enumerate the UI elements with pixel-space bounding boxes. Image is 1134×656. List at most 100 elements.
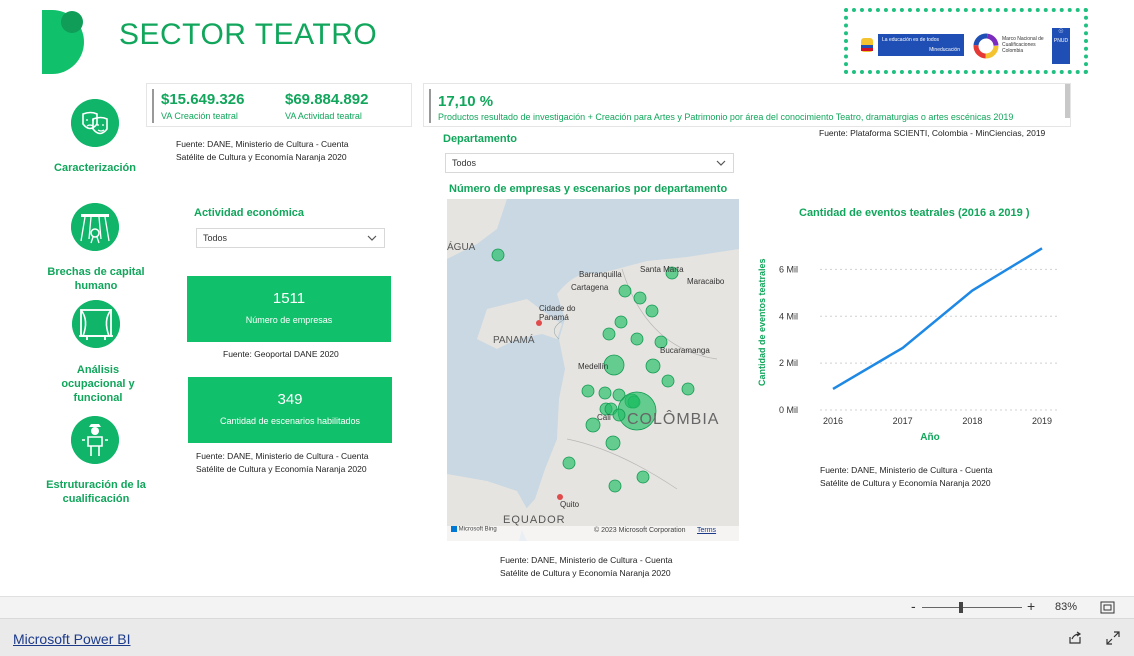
power-bi-link[interactable]: Microsoft Power BI bbox=[13, 631, 130, 647]
y-tick-label: 6 Mil bbox=[779, 264, 798, 274]
department-bubble[interactable] bbox=[645, 358, 661, 374]
map-label-santa-marta: Santa Marta bbox=[640, 265, 684, 274]
map-attribution: © 2023 Microsoft Corporation bbox=[594, 527, 686, 534]
nav-label: Análisis ocupacional y funcional bbox=[61, 364, 135, 404]
nav-label: Brechas de capital humano bbox=[47, 266, 145, 292]
actividad-slicer-title: Actividad económica bbox=[194, 207, 305, 219]
zoom-in-button[interactable]: + bbox=[1027, 598, 1035, 614]
bing-text: Microsoft Bing bbox=[458, 526, 497, 533]
department-bubble[interactable] bbox=[612, 408, 626, 422]
escenarios-card: 349 Cantidad de escenarios habilitados bbox=[188, 377, 392, 443]
zoom-slider-thumb[interactable] bbox=[959, 602, 963, 613]
chart-source: Fuente: DANE, Ministerio de Cultura - Cu… bbox=[820, 464, 992, 490]
department-bubble[interactable] bbox=[598, 386, 612, 400]
department-bubble[interactable] bbox=[581, 384, 595, 398]
department-bubble[interactable] bbox=[630, 332, 644, 346]
zoom-level: 83% bbox=[1055, 601, 1078, 613]
map-source: Fuente: DANE, Ministerio de Cultura - Cu… bbox=[500, 554, 672, 580]
nav-label: Caracterización bbox=[54, 162, 136, 174]
department-bubble[interactable] bbox=[636, 470, 650, 484]
map-label-colombia: COLÔMBIA bbox=[627, 411, 720, 428]
departamento-slicer-title: Departamento bbox=[443, 133, 517, 145]
department-bubble[interactable] bbox=[608, 479, 622, 493]
actividad-selected: Todos bbox=[203, 233, 228, 243]
kpi-accent-bar bbox=[152, 89, 154, 123]
chart-x-ticks: 2016 2017 2018 2019 bbox=[823, 416, 1052, 426]
map-terms-link[interactable]: Terms bbox=[697, 527, 716, 534]
zoom-slider-track[interactable] bbox=[922, 607, 1022, 608]
departamento-dropdown[interactable]: Todos bbox=[445, 153, 734, 173]
chart-y-ticks: 0 Mil 2 Mil 4 Mil 6 Mil bbox=[779, 264, 798, 415]
mnc-text: Marco Nacional de Cualificaciones Colomb… bbox=[1002, 36, 1048, 54]
un-emblem-icon: ☉ bbox=[1058, 29, 1064, 35]
fit-to-page-icon[interactable] bbox=[1100, 601, 1115, 614]
department-bubble[interactable] bbox=[681, 382, 695, 396]
department-map[interactable]: ÁGUA Barranquilla Santa Marta Cartagena … bbox=[447, 199, 739, 541]
x-tick-label: 2017 bbox=[893, 416, 913, 426]
productos-label: Productos resultado de investigación + C… bbox=[438, 112, 1014, 122]
nav-item-estructuracion[interactable]: Estruturación de la cualificación bbox=[44, 416, 148, 506]
chart-grid bbox=[820, 268, 1060, 411]
department-bubble[interactable] bbox=[661, 374, 675, 388]
source-line: Satélite de Cultura y Economía Naranja 2… bbox=[500, 568, 671, 578]
department-bubble[interactable] bbox=[562, 456, 576, 470]
mnc-logo-icon bbox=[973, 33, 999, 59]
source-line: Satélite de Cultura y Economía Naranja 2… bbox=[820, 478, 991, 488]
share-icon[interactable] bbox=[1068, 631, 1082, 645]
actor-figure-icon bbox=[71, 416, 119, 464]
empresas-label: Número de empresas bbox=[245, 315, 333, 325]
va-creacion-label: VA Creación teatral bbox=[161, 111, 238, 121]
map-label-equador: EQUADOR bbox=[503, 514, 566, 526]
eventos-line-chart[interactable]: 0 Mil 2 Mil 4 Mil 6 Mil 2016 2017 2018 2019 Ca… bbox=[750, 226, 1080, 446]
department-bubble[interactable] bbox=[614, 315, 628, 329]
map-label-bucaramanga: Bucaramanga bbox=[660, 346, 710, 355]
department-bubble[interactable] bbox=[602, 327, 616, 341]
map-label-cartagena: Cartagena bbox=[571, 283, 609, 292]
chevron-down-icon bbox=[716, 160, 726, 166]
partner-logos: La educación es de todos Mineducación Ma… bbox=[844, 8, 1088, 74]
empresas-card: 1511 Número de empresas bbox=[187, 276, 391, 342]
map-label-quito: Quito bbox=[560, 500, 580, 509]
map-label-cali: Cali bbox=[597, 413, 611, 422]
x-tick-label: 2019 bbox=[1032, 416, 1052, 426]
productos-value: 17,10 % bbox=[438, 93, 494, 110]
department-bubble[interactable] bbox=[618, 284, 632, 298]
scrollbar[interactable] bbox=[1065, 84, 1070, 118]
chart-y-axis-label: Cantidad de eventos teatrales bbox=[757, 258, 767, 386]
footer-bar: Microsoft Power BI bbox=[0, 618, 1134, 656]
va-source: Fuente: DANE, Ministerio de Cultura - Cu… bbox=[176, 138, 348, 164]
map-label-panama: PANAMÁ bbox=[493, 335, 535, 346]
mineducacion-logo: La educación es de todos Mineducación bbox=[878, 34, 964, 56]
status-bar: - + 83% bbox=[0, 596, 1134, 619]
ministry-text: La educación es de todos bbox=[882, 37, 939, 43]
department-bubble[interactable] bbox=[491, 248, 505, 262]
source-line: Fuente: DANE, Ministerio de Cultura - Cu… bbox=[500, 555, 673, 565]
stage-lights-icon bbox=[71, 203, 119, 251]
page-title: SECTOR TEATRO bbox=[119, 18, 378, 51]
zoom-out-button[interactable]: - bbox=[911, 598, 916, 614]
sector-logo-icon bbox=[42, 10, 84, 74]
kpi-accent-bar bbox=[429, 89, 431, 123]
fullscreen-icon[interactable] bbox=[1106, 631, 1120, 645]
map-title: Número de empresas y escenarios por depa… bbox=[449, 183, 728, 195]
source-line: Fuente: DANE, Ministerio de Cultura - Cu… bbox=[820, 465, 993, 475]
department-bubble[interactable] bbox=[605, 435, 621, 451]
department-bubble[interactable] bbox=[633, 291, 647, 305]
nav-item-analisis[interactable]: Análisis ocupacional y funcional bbox=[50, 300, 146, 405]
chart-x-axis-label: Año bbox=[920, 432, 939, 443]
bing-logo: Microsoft Bing bbox=[451, 526, 497, 533]
y-tick-label: 2 Mil bbox=[779, 358, 798, 368]
source-line: Satélite de Cultura y Economía Naranja 2… bbox=[196, 464, 367, 474]
theater-masks-icon bbox=[71, 99, 119, 147]
source-line: Fuente: DANE, Ministerio de Cultura - Cu… bbox=[176, 139, 349, 149]
actividad-dropdown[interactable]: Todos bbox=[196, 228, 385, 248]
va-actividad-value: $69.884.892 bbox=[285, 91, 369, 108]
escenarios-label: Cantidad de escenarios habilitados bbox=[219, 416, 361, 426]
nav-label: Estruturación de la cualificación bbox=[46, 479, 146, 505]
productos-source: Fuente: Plataforma SCIENTI, Colombia - M… bbox=[819, 128, 1046, 138]
x-tick-label: 2018 bbox=[962, 416, 982, 426]
nav-item-brechas[interactable]: Brechas de capital humano bbox=[44, 203, 148, 293]
nav-item-caracterizacion[interactable]: Caracterización bbox=[47, 99, 143, 175]
stage-curtain-icon bbox=[72, 300, 120, 348]
department-bubble[interactable] bbox=[645, 304, 659, 318]
